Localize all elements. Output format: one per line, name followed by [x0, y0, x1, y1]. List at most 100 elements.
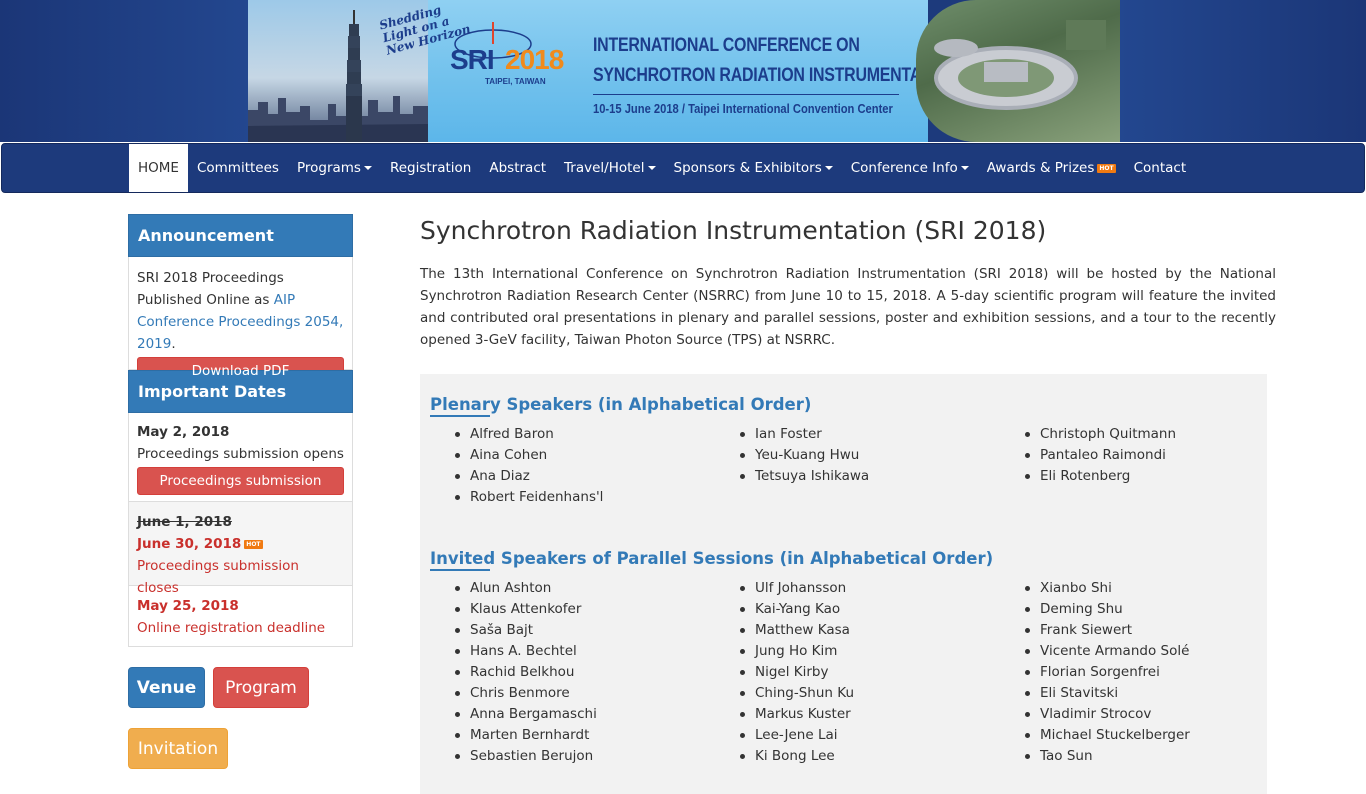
nav-awards-label: Awards & Prizes: [986, 160, 1095, 176]
proceedings-submission-button[interactable]: Proceedings submission: [137, 467, 344, 495]
conference-title-divider: [593, 94, 899, 95]
date-item-registration-deadline: May 25, 2018 Online registration deadlin…: [128, 586, 353, 647]
conference-title-line2: SYNCHROTRON RADIATION INSTRUMENTATION: [593, 65, 957, 86]
date-item-proceedings-open: May 2, 2018 Proceedings submission opens…: [128, 413, 353, 502]
banner-right-panel: [1120, 0, 1366, 142]
nav-awards[interactable]: Awards & Prizes HOT: [978, 144, 1125, 192]
nav-home-label: HOME: [138, 160, 179, 176]
announcement-period: .: [171, 336, 176, 352]
sri-logo-city: TAIPEI, TAIWAN: [485, 77, 546, 86]
nav-travel-dropdown[interactable]: Travel/Hotel: [555, 144, 664, 192]
list-item: Yeu-Kuang Hwu: [740, 445, 869, 466]
sri-logo-year: 2018: [505, 44, 564, 75]
invited-speakers-heading: Invited Speakers of Parallel Sessions (i…: [430, 549, 994, 568]
list-item: Ian Foster: [740, 424, 869, 445]
list-item: Robert Feidenhans'l: [455, 487, 603, 508]
list-item: Lee-Jene Lai: [740, 725, 854, 746]
date-label: May 2, 2018: [137, 424, 230, 440]
list-item: Saša Bajt: [455, 620, 597, 641]
invited-speaker-list-col1: Alun Ashton Klaus Attenkofer Saša Bajt H…: [455, 578, 597, 767]
list-item: Hans A. Bechtel: [455, 641, 597, 662]
list-item: Alun Ashton: [455, 578, 597, 599]
list-item: Ching-Shun Ku: [740, 683, 854, 704]
list-item: Vladimir Strocov: [1025, 704, 1190, 725]
list-item: Ana Diaz: [455, 466, 603, 487]
nav-committees[interactable]: Committees: [188, 144, 288, 192]
nav-programs-dropdown[interactable]: Programs: [288, 144, 381, 192]
intro-paragraph: The 13th International Conference on Syn…: [420, 266, 1276, 348]
list-item: Klaus Attenkofer: [455, 599, 597, 620]
announcement-heading: Announcement: [128, 214, 353, 257]
nav-registration-label: Registration: [389, 160, 472, 176]
header-banner: Shedding Light on a New Horizon SRI 2018…: [0, 0, 1366, 142]
list-item: Marten Bernhardt: [455, 725, 597, 746]
list-item: Chris Benmore: [455, 683, 597, 704]
nav-committees-label: Committees: [196, 160, 279, 176]
list-item: Jung Ho Kim: [740, 641, 854, 662]
invited-speaker-list-col3: Xianbo Shi Deming Shu Frank Siewert Vice…: [1025, 578, 1190, 767]
nav-travel-label: Travel/Hotel: [564, 160, 645, 176]
caret-down-icon: [824, 166, 833, 170]
nav-sponsors-dropdown[interactable]: Sponsors & Exhibitors: [665, 144, 842, 192]
skyline-silhouette: [248, 96, 428, 142]
plenary-speakers-heading: Plenary Speakers (in Alphabetical Order): [430, 395, 812, 414]
hot-badge: HOT: [1097, 163, 1116, 173]
list-item: Matthew Kasa: [740, 620, 854, 641]
nav-conference-info-label: Conference Info: [850, 160, 958, 176]
list-item: Florian Sorgenfrei: [1025, 662, 1190, 683]
list-item: Vicente Armando Solé: [1025, 641, 1190, 662]
invitation-button[interactable]: Invitation: [128, 728, 228, 769]
date-description: Online registration deadline: [137, 620, 326, 636]
list-item: Markus Kuster: [740, 704, 854, 725]
sri-logo-text: SRI: [450, 44, 495, 75]
caret-down-icon: [363, 166, 372, 170]
page-title: Synchrotron Radiation Instrumentation (S…: [420, 216, 1047, 245]
conference-dates: 10-15 June 2018 / Taipei International C…: [593, 101, 893, 116]
caret-down-icon: [960, 166, 969, 170]
date-item-proceedings-close: June 1, 2018 June 30, 2018 HOT Proceeding…: [128, 502, 353, 596]
taipei-101-tower-image: [346, 10, 362, 142]
list-item: Eli Stavitski: [1025, 683, 1190, 704]
list-item: Frank Siewert: [1025, 620, 1190, 641]
list-item: Eli Rotenberg: [1025, 466, 1176, 487]
nav-contact-label: Contact: [1133, 160, 1187, 176]
list-item: Pantaleo Raimondi: [1025, 445, 1176, 466]
caret-down-icon: [647, 166, 656, 170]
list-item: Tao Sun: [1025, 746, 1190, 767]
list-item: Ulf Johansson: [740, 578, 854, 599]
list-item: Christoph Quitmann: [1025, 424, 1176, 445]
program-button[interactable]: Program: [213, 667, 309, 708]
plenary-speaker-list-col1: Alfred Baron Aina Cohen Ana Diaz Robert …: [455, 424, 603, 508]
invited-speaker-list-col2: Ulf Johansson Kai-Yang Kao Matthew Kasa …: [740, 578, 854, 767]
banner-left-panel: [0, 0, 250, 142]
nav-contact[interactable]: Contact: [1125, 144, 1196, 192]
nav-conference-info-dropdown[interactable]: Conference Info: [842, 144, 978, 192]
list-item: Alfred Baron: [455, 424, 603, 445]
nav-programs-label: Programs: [296, 160, 361, 176]
list-item: Anna Bergamaschi: [455, 704, 597, 725]
venue-button[interactable]: Venue: [128, 667, 205, 708]
list-item: Deming Shu: [1025, 599, 1190, 620]
nav-abstract[interactable]: Abstract: [480, 144, 555, 192]
old-date-label: June 1, 2018: [137, 514, 232, 530]
list-item: Xianbo Shi: [1025, 578, 1190, 599]
date-label: May 25, 2018: [137, 598, 239, 614]
conference-title-line1: INTERNATIONAL CONFERENCE ON: [593, 35, 860, 56]
synchrotron-facility-image: [916, 0, 1126, 142]
list-item: Nigel Kirby: [740, 662, 854, 683]
plenary-speaker-list-col3: Christoph Quitmann Pantaleo Raimondi Eli…: [1025, 424, 1176, 487]
heading-underline: [430, 415, 490, 417]
hot-badge: HOT: [244, 539, 263, 549]
date-description: Proceedings submission opens: [137, 446, 344, 462]
list-item: Michael Stuckelberger: [1025, 725, 1190, 746]
nav-registration[interactable]: Registration: [381, 144, 480, 192]
nav-abstract-label: Abstract: [489, 160, 547, 176]
main-content: Synchrotron Radiation Instrumentation (S…: [420, 214, 1280, 794]
nav-sponsors-label: Sponsors & Exhibitors: [673, 160, 822, 176]
list-item: Ki Bong Lee: [740, 746, 854, 767]
heading-underline: [430, 569, 490, 571]
announcement-panel: SRI 2018 Proceedings Published Online as…: [128, 257, 353, 385]
new-date-label: June 30, 2018: [137, 536, 242, 552]
list-item: Sebastien Berujon: [455, 746, 597, 767]
nav-home[interactable]: HOME: [129, 144, 188, 192]
